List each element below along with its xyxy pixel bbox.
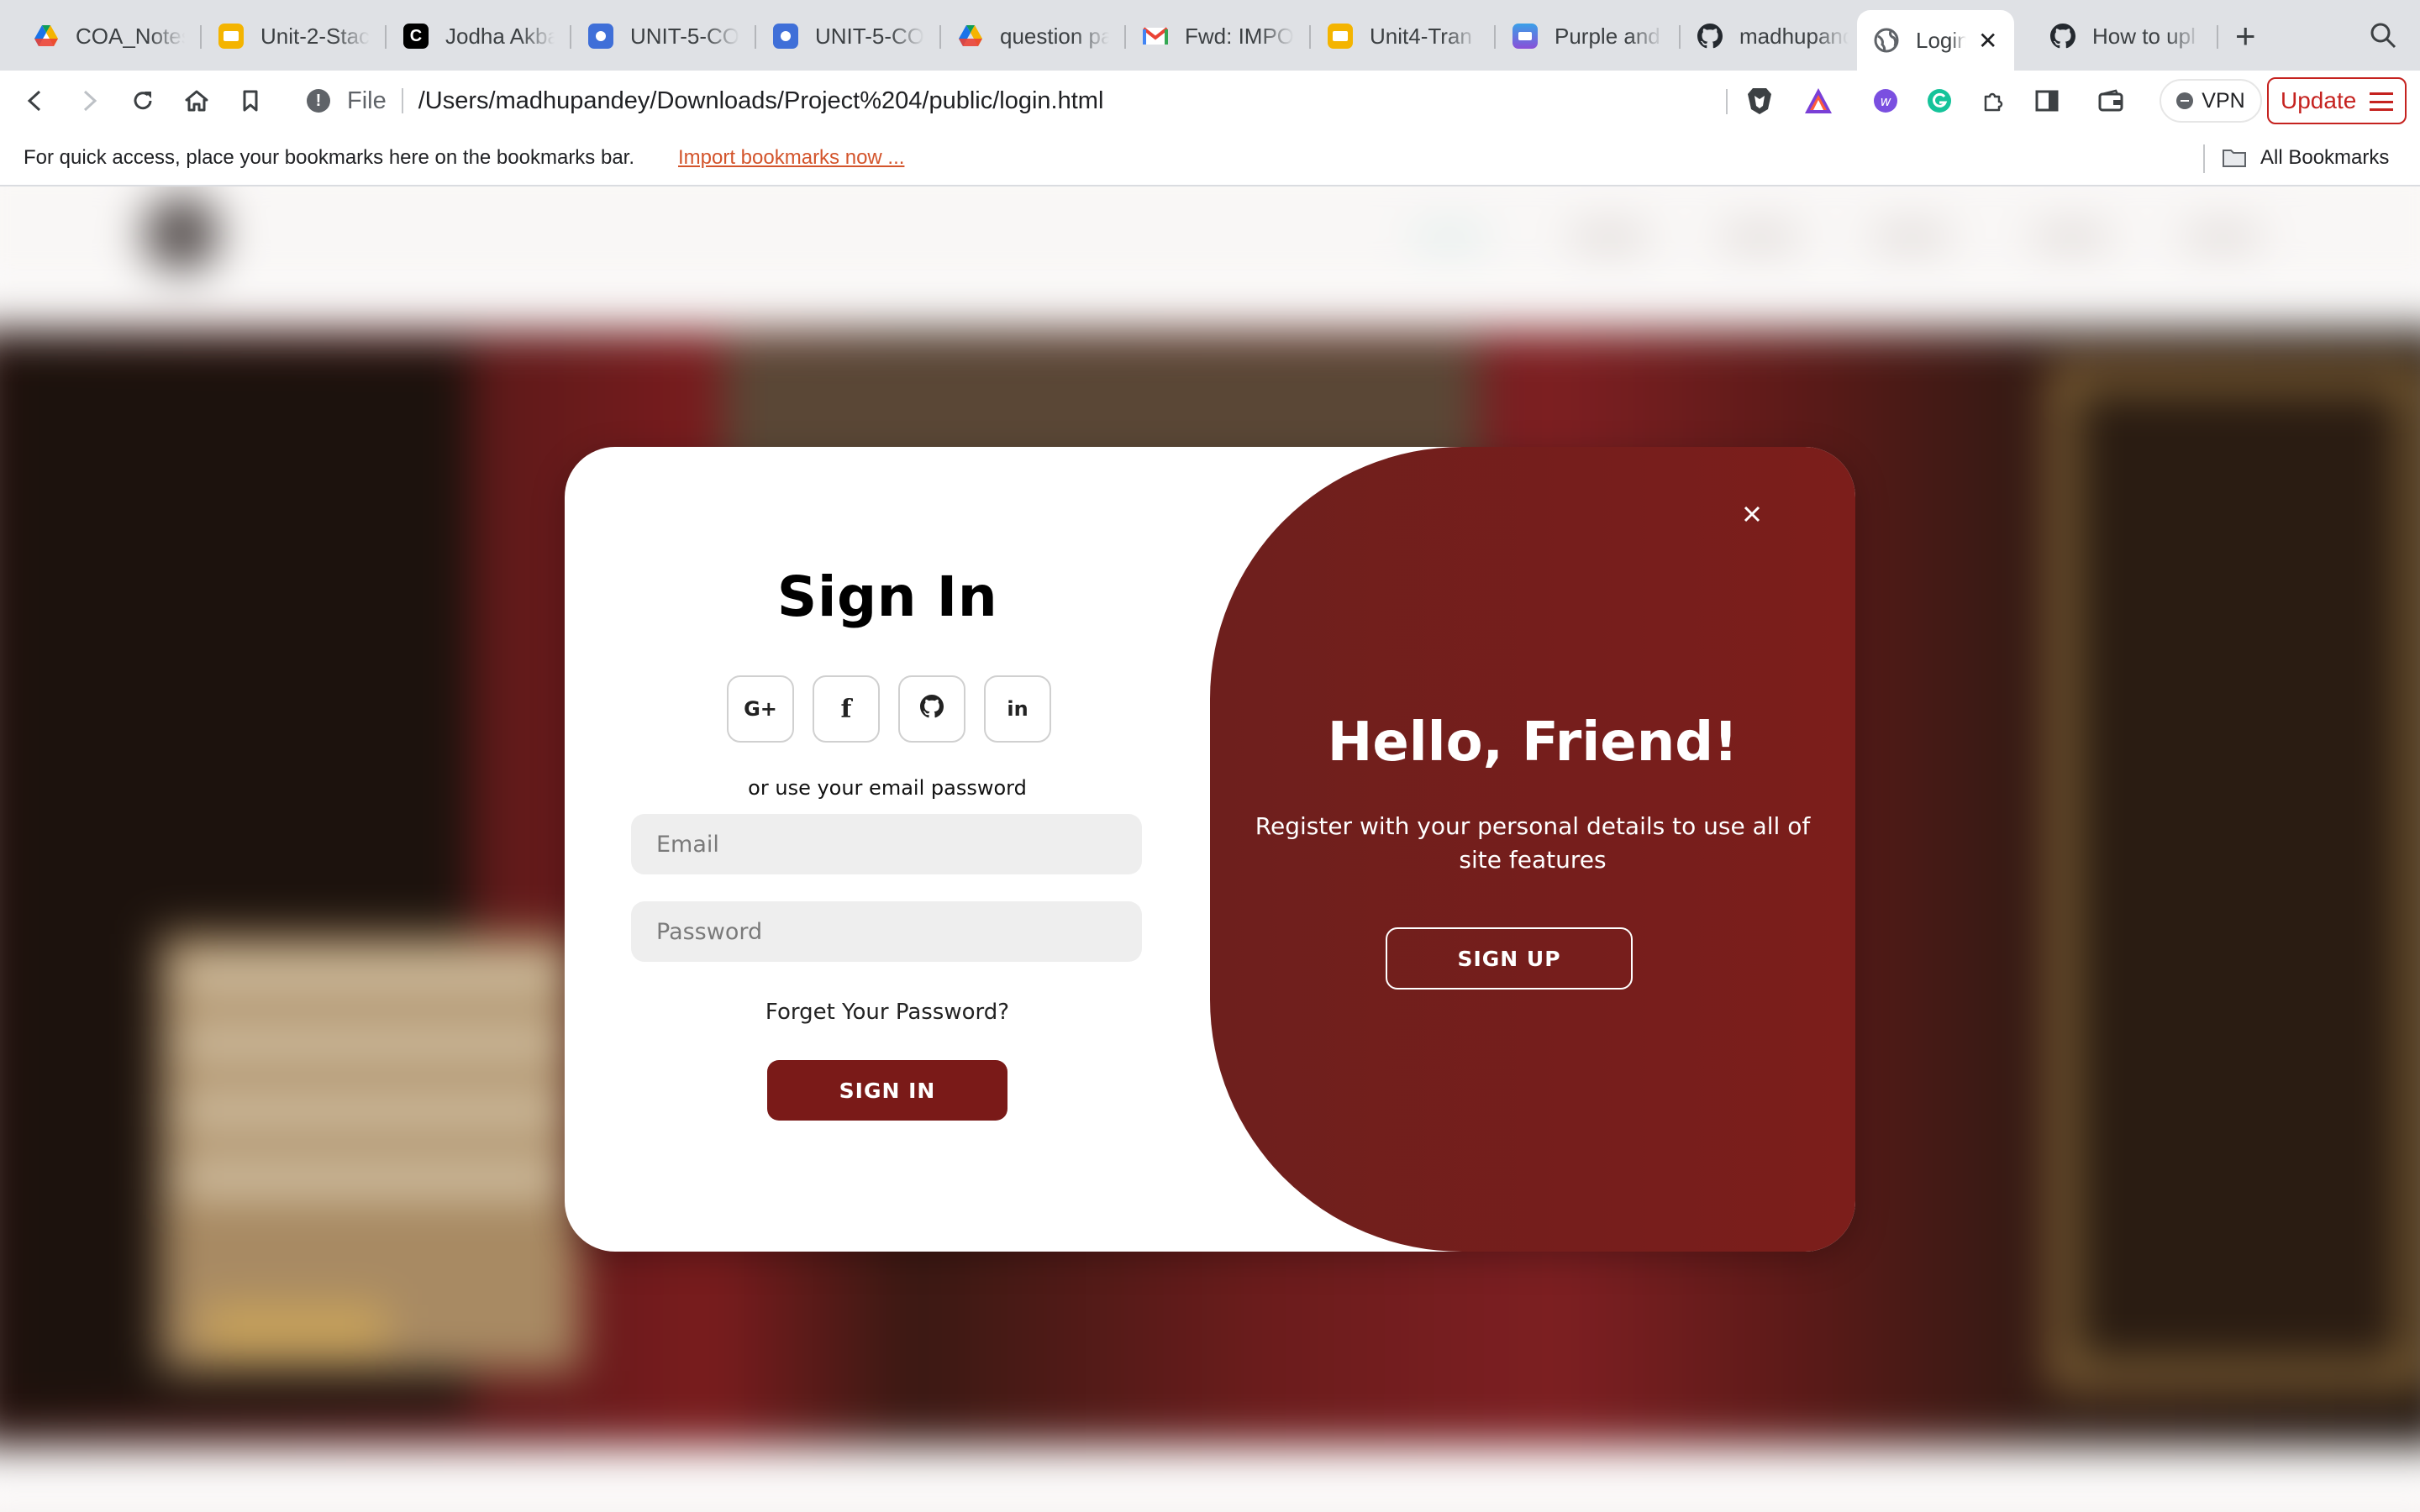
tab-unit-5-co-2[interactable]: UNIT-5-CO xyxy=(756,10,941,62)
extension-w-icon[interactable]: w xyxy=(1870,86,1901,116)
slides-icon xyxy=(218,24,244,49)
tab-title: UNIT-5-CO xyxy=(815,23,924,49)
vpn-status-icon xyxy=(2176,92,2194,109)
back-button[interactable] xyxy=(20,86,50,116)
login-modal: Sign In G+ f in or use your email passwo… xyxy=(565,447,1855,1252)
wallet-icon[interactable] xyxy=(2096,86,2126,116)
classroom-icon xyxy=(773,24,798,49)
brave-rewards-icon[interactable] xyxy=(1803,86,1833,116)
email-field[interactable] xyxy=(631,814,1142,874)
folder-icon xyxy=(2222,148,2247,168)
tab-unit4-tran[interactable]: Unit4-Tran xyxy=(1311,10,1496,62)
tab-title: COA_Notes xyxy=(76,23,185,49)
sign-up-button[interactable]: SIGN UP xyxy=(1386,927,1633,990)
extensions-puzzle-icon[interactable] xyxy=(1978,86,2008,116)
tab-title: UNIT-5-CO xyxy=(630,23,739,49)
register-text: Register with your personal details to u… xyxy=(1255,812,1811,874)
close-modal-button[interactable] xyxy=(1735,497,1769,531)
github-icon xyxy=(2050,24,2075,49)
github-login-button[interactable] xyxy=(898,675,965,743)
tab-title: Login P xyxy=(1916,27,1966,53)
search-tabs-icon[interactable] xyxy=(2368,20,2398,50)
tab-title: question pa xyxy=(1000,23,1109,49)
tab-title: Unit-2-Stack xyxy=(260,23,370,49)
tab-title: Jodha Akbar xyxy=(445,23,555,49)
import-bookmarks-link[interactable]: Import bookmarks now ... xyxy=(678,146,904,170)
tab-title: Fwd: IMPO xyxy=(1185,23,1294,49)
facebook-icon: f xyxy=(840,694,852,724)
bookmarks-hint: For quick access, place your bookmarks h… xyxy=(24,146,635,169)
tab-title: Purple and xyxy=(1555,23,1660,49)
tab-title: Unit4-Tran xyxy=(1370,23,1472,49)
linkedin-icon: in xyxy=(1007,697,1028,721)
github-icon xyxy=(1697,24,1723,49)
tab-unit-5-co[interactable]: UNIT-5-CO xyxy=(571,10,756,62)
reload-button[interactable] xyxy=(128,86,158,116)
grammarly-icon[interactable] xyxy=(1924,86,1954,116)
github-icon xyxy=(920,695,944,723)
password-field[interactable] xyxy=(631,901,1142,962)
tab-unit-2-stack[interactable]: Unit-2-Stack xyxy=(202,10,387,62)
tab-jodha-akbar[interactable]: C Jodha Akbar xyxy=(387,10,571,62)
bookmarks-bar: For quick access, place your bookmarks h… xyxy=(0,131,2420,186)
sign-in-title: Sign In xyxy=(776,564,998,629)
tab-question-paper[interactable]: question pa xyxy=(941,10,1126,62)
menu-icon xyxy=(2370,92,2393,111)
sign-in-form: Sign In G+ f in or use your email passwo… xyxy=(565,447,1210,1252)
close-tab-icon[interactable]: ✕ xyxy=(1978,27,1997,55)
url-scheme: File xyxy=(347,87,387,114)
gmail-icon xyxy=(1143,24,1168,49)
google-plus-icon: G+ xyxy=(744,697,777,721)
site-logo xyxy=(143,195,220,272)
tab-coa-notes[interactable]: COA_Notes xyxy=(17,10,202,62)
forgot-password-link[interactable]: Forget Your Password? xyxy=(565,1000,1210,1025)
tab-gmail-fwd[interactable]: Fwd: IMPO xyxy=(1126,10,1311,62)
new-tab-button[interactable]: + xyxy=(2235,18,2256,54)
tab-title: madhupand xyxy=(1739,23,1849,49)
vpn-button[interactable]: VPN xyxy=(2160,79,2262,123)
tab-title: How to upl xyxy=(2092,23,2196,49)
tab-purple-and[interactable]: Purple and xyxy=(1496,10,1681,62)
classroom-icon xyxy=(588,24,613,49)
c-logo-icon: C xyxy=(403,24,429,49)
slides-icon xyxy=(1328,24,1353,49)
drive-icon xyxy=(958,24,983,49)
sidebar-toggle-icon[interactable] xyxy=(2032,86,2062,116)
site-info-icon[interactable]: ! xyxy=(307,89,330,113)
brave-shields-icon[interactable] xyxy=(1744,86,1775,116)
tab-strip: COA_Notes Unit-2-Stack C Jodha Akbar UNI… xyxy=(0,0,2420,71)
svg-text:w: w xyxy=(1880,93,1891,109)
toggle-panel: Hello, Friend! Register with your person… xyxy=(1210,447,1855,1252)
update-button[interactable]: Update xyxy=(2267,77,2407,124)
forward-button[interactable] xyxy=(74,86,104,116)
sign-in-button[interactable]: SIGN IN xyxy=(767,1060,1007,1121)
vpn-label: VPN xyxy=(2202,88,2245,113)
print-icon xyxy=(1512,24,1538,49)
address-bar[interactable]: ! File /Users/madhupandey/Downloads/Proj… xyxy=(290,77,1849,124)
update-label: Update xyxy=(2281,87,2357,113)
browser-toolbar: ! File /Users/madhupandey/Downloads/Proj… xyxy=(0,71,2420,131)
close-icon xyxy=(1744,506,1760,522)
tab-madhupandey-github[interactable]: madhupand xyxy=(1681,10,1865,62)
linkedin-login-button[interactable]: in xyxy=(984,675,1051,743)
tab-how-to-upload[interactable]: How to upl xyxy=(2033,10,2218,62)
google-login-button[interactable]: G+ xyxy=(727,675,794,743)
social-login-row: G+ f in xyxy=(727,675,1051,743)
or-use-email-text: or use your email password xyxy=(748,776,1027,800)
home-button[interactable] xyxy=(182,86,212,116)
tab-login-page[interactable]: Login P ✕ xyxy=(1857,10,2015,71)
bookmark-icon[interactable] xyxy=(235,86,266,116)
globe-icon xyxy=(1874,28,1899,53)
facebook-login-button[interactable]: f xyxy=(813,675,880,743)
all-bookmarks-button[interactable]: All Bookmarks xyxy=(2260,146,2389,170)
url-text[interactable]: /Users/madhupandey/Downloads/Project%204… xyxy=(418,87,1104,115)
hello-friend-title: Hello, Friend! xyxy=(1327,711,1739,774)
drive-icon xyxy=(34,24,59,49)
